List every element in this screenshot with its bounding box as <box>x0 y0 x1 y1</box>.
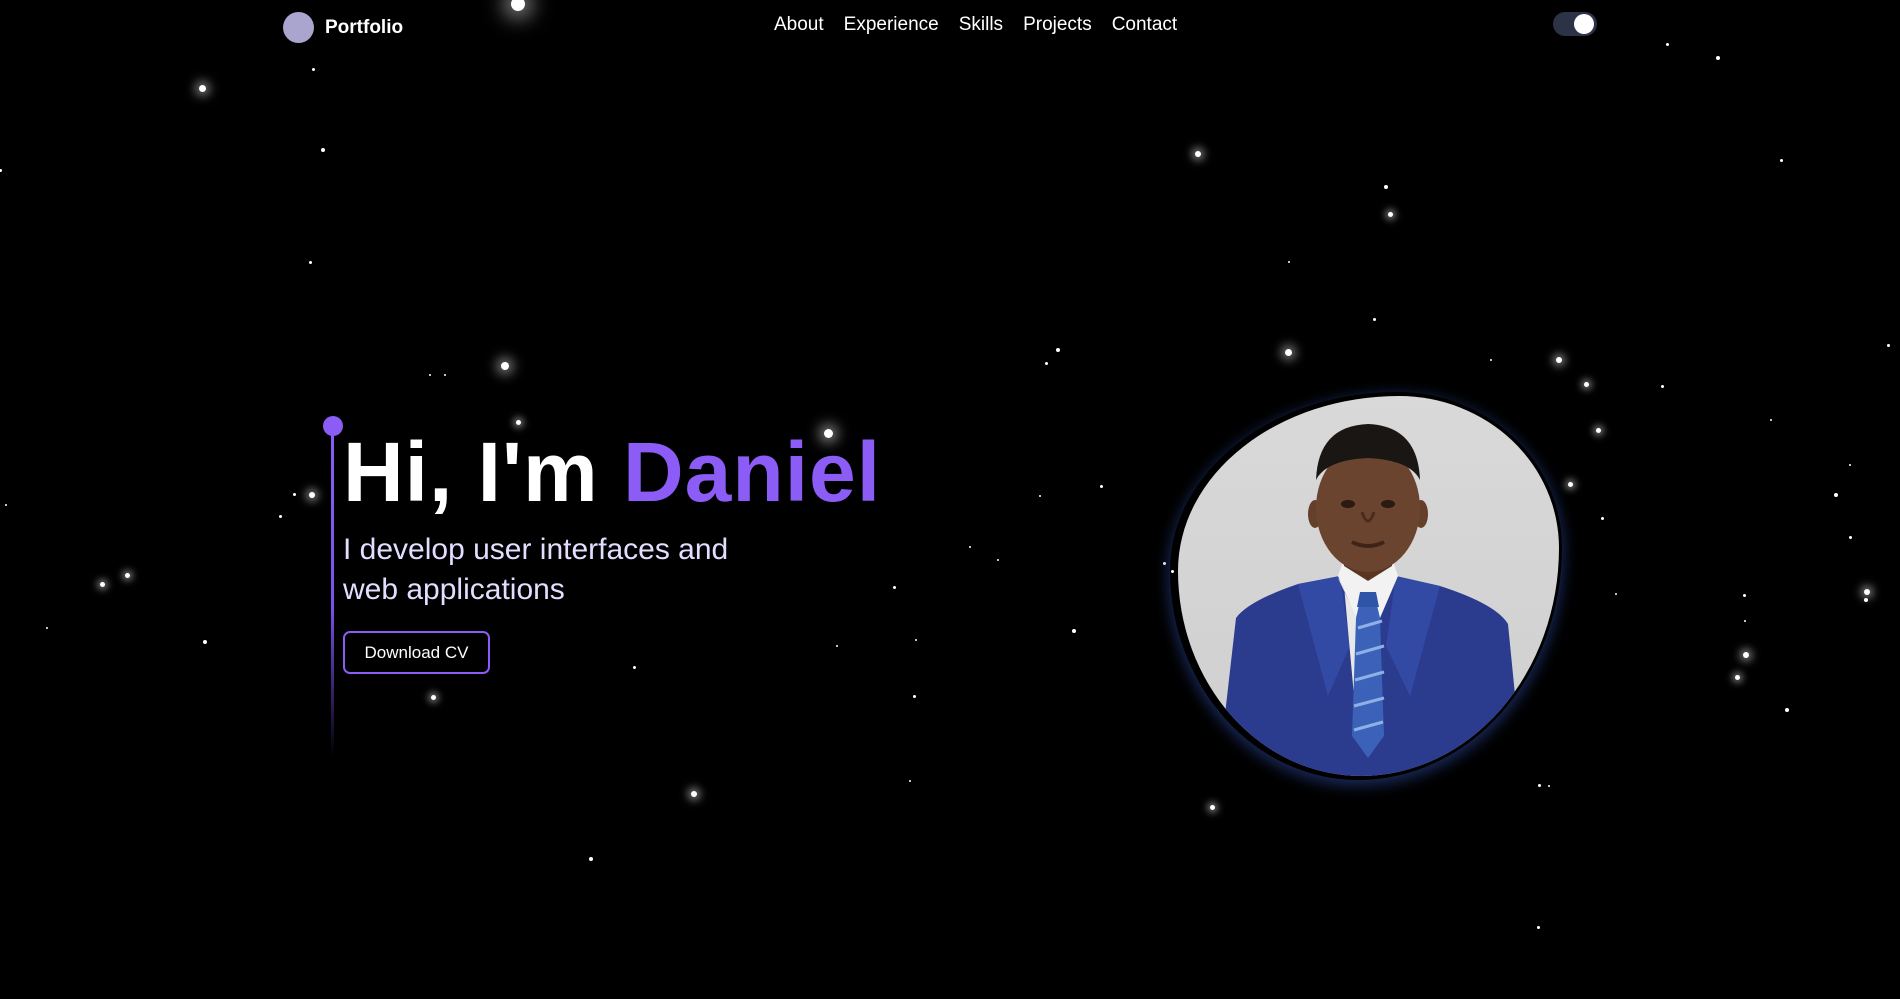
star <box>1567 481 1573 487</box>
star <box>1779 158 1783 162</box>
star <box>321 148 325 152</box>
nav-links: About Experience Skills Projects Contact <box>774 14 1177 36</box>
star <box>632 665 636 669</box>
hero-subtitle: I develop user interfaces and web applic… <box>343 533 729 606</box>
star <box>915 639 917 641</box>
download-cv-button[interactable]: Download CV <box>343 631 490 674</box>
star <box>1849 464 1851 466</box>
star <box>1056 348 1060 352</box>
star <box>1072 629 1076 633</box>
brand-link[interactable]: Portfolio <box>283 12 403 43</box>
star <box>589 857 593 861</box>
star <box>308 260 312 264</box>
star <box>691 791 697 797</box>
star <box>1864 589 1870 595</box>
nav-link-skills[interactable]: Skills <box>959 14 1003 36</box>
star <box>1288 261 1290 263</box>
star <box>1770 419 1772 421</box>
star <box>1162 561 1166 565</box>
star <box>969 546 971 548</box>
star <box>1384 185 1388 189</box>
star <box>1372 317 1376 321</box>
timeline-line <box>331 426 334 756</box>
nav-link-contact[interactable]: Contact <box>1112 14 1177 36</box>
star <box>1044 361 1048 365</box>
star <box>429 374 431 376</box>
brand-logo-icon <box>283 12 314 43</box>
star <box>1743 652 1749 658</box>
star <box>1886 343 1890 347</box>
star <box>292 492 296 496</box>
star <box>1834 493 1838 497</box>
star <box>1660 384 1664 388</box>
star <box>198 84 206 92</box>
star <box>501 362 509 370</box>
star <box>1595 427 1601 433</box>
star <box>1583 381 1589 387</box>
theme-toggle[interactable] <box>1553 12 1597 36</box>
star <box>1548 785 1550 787</box>
star <box>1744 620 1746 622</box>
star <box>997 559 999 561</box>
star <box>311 67 315 71</box>
star <box>1209 804 1215 810</box>
star <box>515 419 521 425</box>
nav-link-about[interactable]: About <box>774 14 824 36</box>
star <box>1284 348 1292 356</box>
star <box>1556 357 1562 363</box>
star <box>892 585 896 589</box>
star <box>1387 211 1393 217</box>
timeline-dot <box>323 416 343 436</box>
star <box>309 492 315 498</box>
star <box>278 514 282 518</box>
star <box>1536 925 1540 929</box>
star <box>1490 359 1492 361</box>
hero-name: Daniel <box>623 425 882 519</box>
toggle-knob <box>1574 14 1594 34</box>
star <box>444 374 446 376</box>
star <box>1600 516 1604 520</box>
star <box>1734 674 1740 680</box>
star <box>1195 151 1201 157</box>
navbar: Portfolio About Experience Skills Projec… <box>0 0 1900 54</box>
star <box>5 504 7 506</box>
star <box>1537 783 1541 787</box>
star <box>124 572 130 578</box>
brand-name: Portfolio <box>325 16 404 38</box>
hero-greeting: Hi, I'm <box>343 425 624 519</box>
star <box>1864 598 1868 602</box>
nav-link-experience[interactable]: Experience <box>844 14 939 36</box>
hero-title: Hi, I'm Daniel <box>343 430 881 514</box>
star <box>909 780 911 782</box>
star <box>912 694 916 698</box>
star <box>1785 708 1789 712</box>
nav-link-projects[interactable]: Projects <box>1023 14 1092 36</box>
star <box>203 640 207 644</box>
star <box>46 627 48 629</box>
star <box>1716 56 1720 60</box>
star <box>1099 484 1103 488</box>
starfield-background <box>0 0 1900 999</box>
star <box>99 581 105 587</box>
star <box>1742 593 1746 597</box>
star <box>836 645 838 647</box>
star <box>430 694 436 700</box>
star <box>1615 593 1617 595</box>
star <box>1848 535 1852 539</box>
star <box>0 168 2 172</box>
star <box>1039 495 1041 497</box>
